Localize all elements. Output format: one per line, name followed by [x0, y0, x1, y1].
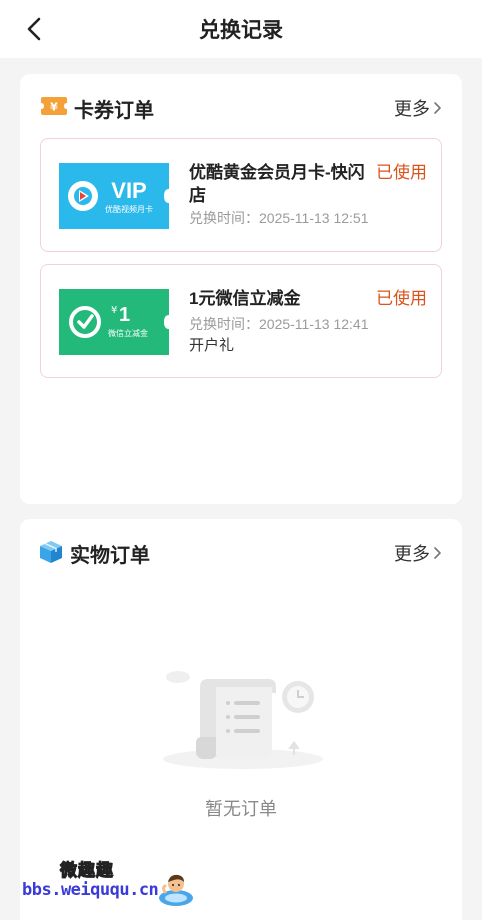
redeem-time: 兑换时间：2025-11-13 12:51: [189, 210, 369, 226]
more-label: 更多: [394, 99, 430, 119]
watermark-mascot-icon: [156, 868, 196, 908]
voucher-more-link[interactable]: 更多: [394, 95, 442, 121]
empty-state-text: 暂无订单: [205, 799, 277, 819]
page-title: 兑换记录: [199, 19, 283, 42]
more-label: 更多: [394, 544, 430, 564]
top-bar: 兑换记录: [0, 0, 482, 58]
site-watermark: 微趣趣 bbs.weiququ.cn: [22, 856, 202, 916]
svg-text:微信立减金: 微信立减金: [108, 328, 148, 338]
item-name: 1元微信立减金: [189, 289, 301, 308]
ticket-icon: ¥: [40, 95, 68, 122]
physical-section-title: 实物订单: [70, 545, 150, 567]
voucher-section-header: ¥ 卡券订单 更多: [20, 92, 462, 122]
item-name: 优酷黄金会员月卡-快闪店: [189, 163, 365, 205]
chevron-right-icon: [433, 546, 442, 560]
physical-section-header: 实物订单 更多: [20, 537, 462, 567]
voucher-order-item[interactable]: VIP 优酷视频月卡 优酷黄金会员月卡-快闪店 已使用 兑换时间：2025-11…: [40, 138, 442, 252]
voucher-orders-card: ¥ 卡券订单 更多 VIP 优酷视频月卡 优酷黄金会员月卡-快闪店 已使用 兑换…: [20, 74, 462, 504]
svg-text:¥: ¥: [50, 101, 58, 114]
wechat-discount-thumbnail: ¥ 1 微信立减金: [59, 289, 169, 355]
svg-text:优酷视频月卡: 优酷视频月卡: [105, 204, 153, 214]
redeem-time: 兑换时间：2025-11-13 12:41: [189, 316, 369, 332]
box-icon: [38, 540, 64, 569]
svg-text:VIP: VIP: [111, 178, 146, 203]
status-badge: 已使用: [376, 163, 427, 182]
voucher-section-title: 卡券订单: [74, 100, 154, 122]
empty-orders-illustration: [148, 649, 338, 779]
youku-vip-card-thumbnail: VIP 优酷视频月卡: [59, 163, 169, 229]
svg-text:1: 1: [119, 304, 130, 326]
watermark-url: bbs.weiququ.cn: [22, 880, 159, 900]
watermark-title: 微趣趣: [60, 861, 114, 881]
status-badge: 已使用: [376, 289, 427, 308]
physical-more-link[interactable]: 更多: [394, 540, 442, 566]
item-tag: 开户礼: [189, 337, 235, 354]
svg-text:¥: ¥: [111, 305, 117, 316]
chevron-right-icon: [433, 101, 442, 115]
voucher-order-item[interactable]: ¥ 1 微信立减金 1元微信立减金 已使用 兑换时间：2025-11-13 12…: [40, 264, 442, 378]
